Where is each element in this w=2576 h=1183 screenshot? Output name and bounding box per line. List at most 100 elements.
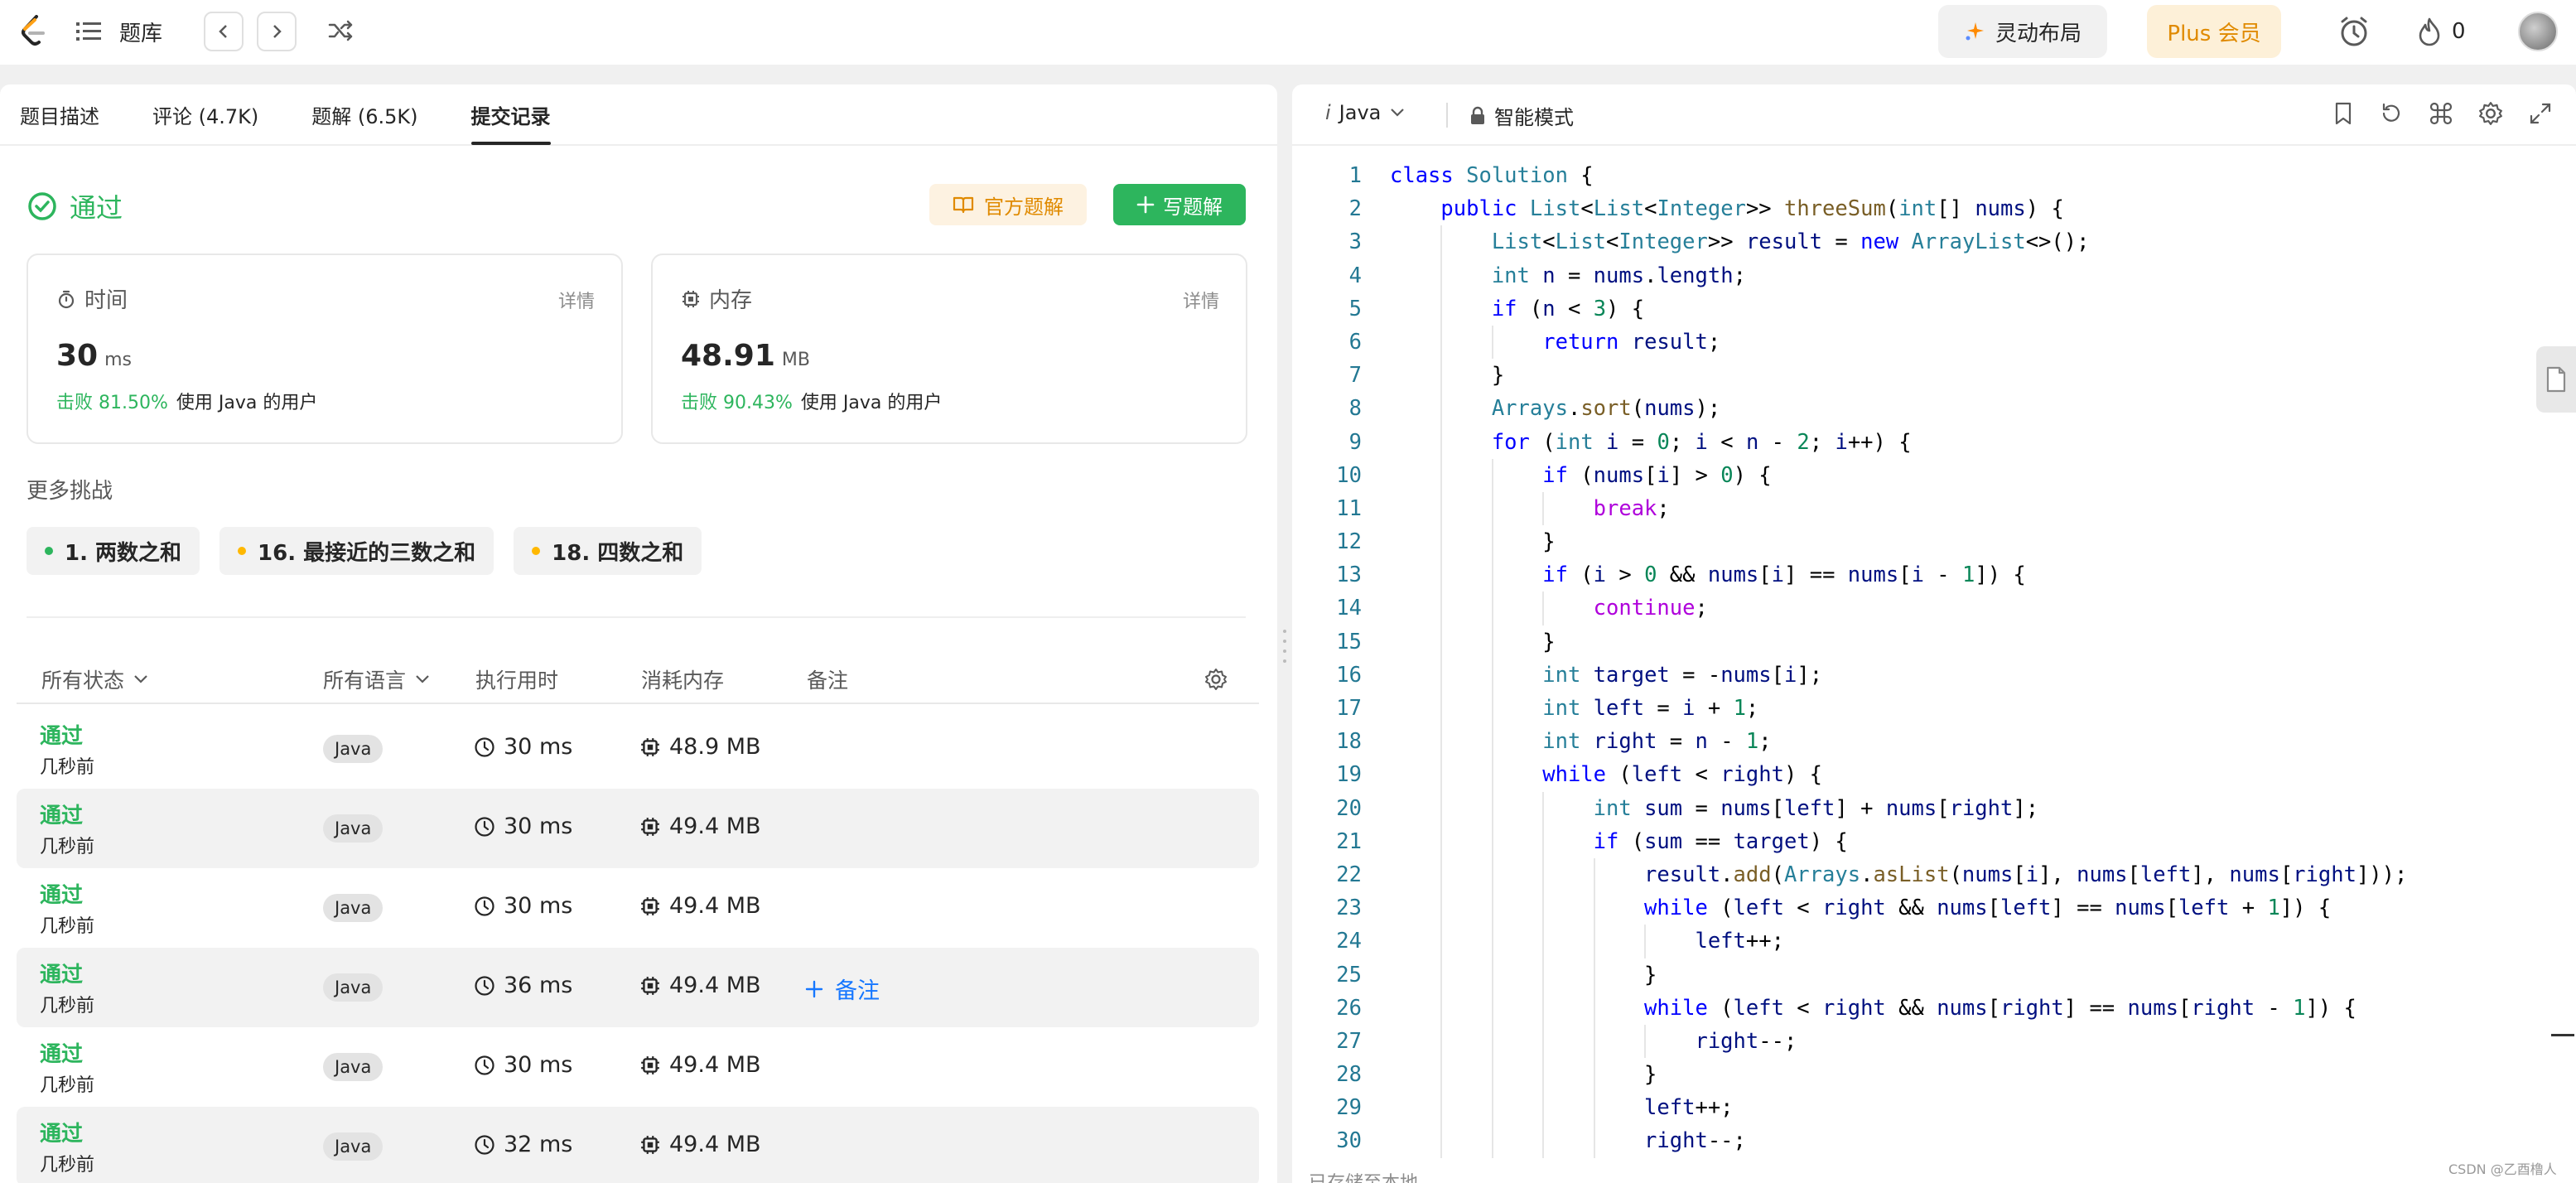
status-filter-dropdown[interactable]: 所有状态 — [41, 664, 149, 694]
difficulty-dot — [45, 547, 53, 555]
code-area[interactable]: 1 class Solution {2 public List<List<Inte… — [1292, 159, 2576, 1158]
challenge-label: 18. 四数之和 — [552, 540, 684, 566]
code-text: right--; — [1695, 1028, 1797, 1054]
code-line[interactable]: 29 left++; — [1292, 1091, 2576, 1125]
code-text: } — [1390, 962, 1657, 987]
language-label: Java — [1339, 101, 1382, 124]
tab-solutions[interactable]: 题解 (6.5K) — [311, 84, 417, 145]
table-settings-icon[interactable] — [1204, 668, 1228, 691]
bookmark-icon[interactable] — [2332, 101, 2354, 126]
problem-list-icon[interactable] — [75, 19, 103, 44]
table-row[interactable]: 通过 几秒前 Java 30 ms 49.4 MB — [17, 868, 1259, 948]
line-number: 9 — [1348, 429, 1362, 455]
table-row[interactable]: 通过 几秒前 Java 30 ms 49.4 MB — [17, 1027, 1259, 1107]
code-line[interactable]: 18 int right = n - 1; — [1292, 725, 2576, 759]
table-row[interactable]: 通过 几秒前 Java 36 ms 49.4 MB 备注 — [17, 948, 1259, 1027]
line-number: 25 — [1336, 962, 1362, 987]
code-line[interactable]: 12 } — [1292, 525, 2576, 559]
row-status[interactable]: 通过 — [40, 799, 83, 829]
code-line[interactable]: 24 left++; — [1292, 925, 2576, 958]
code-line[interactable]: 20 int sum = nums[left] + nums[right]; — [1292, 791, 2576, 825]
runtime-card[interactable]: 时间 详情 30 ms 击败 81.50% 使用 Java 的用户 — [27, 254, 623, 444]
official-solution-button[interactable]: 官方题解 — [929, 184, 1087, 225]
tab-description[interactable]: 题目描述 — [20, 84, 99, 145]
challenge-chip[interactable]: 16. 最接近的三数之和 — [219, 527, 494, 575]
dynamic-layout-button[interactable]: 灵动布局 — [1938, 5, 2107, 58]
memory-card[interactable]: 内存 详情 48.91 MB 击败 90.43% 使用 Java 的用户 — [651, 254, 1247, 444]
code-line[interactable]: 9 for (int i = 0; i < n - 2; i++) { — [1292, 425, 2576, 459]
code-line[interactable]: 25 } — [1292, 958, 2576, 992]
code-line[interactable]: 4 int n = nums.length; — [1292, 258, 2576, 292]
table-row[interactable]: 通过 几秒前 Java 30 ms 49.4 MB — [17, 789, 1259, 868]
code-line[interactable]: 1 class Solution { — [1292, 159, 2576, 192]
code-line[interactable]: 26 while (left < right && nums[right] ==… — [1292, 991, 2576, 1025]
side-notes-tab[interactable] — [2536, 346, 2576, 413]
tab-comments[interactable]: 评论 (4.7K) — [152, 84, 258, 145]
write-solution-button[interactable]: 写题解 — [1113, 184, 1246, 225]
alarm-clock-icon[interactable] — [2337, 15, 2371, 48]
smart-mode-toggle[interactable]: 智能模式 — [1469, 101, 1574, 130]
code-line[interactable]: 16 int target = -nums[i]; — [1292, 658, 2576, 692]
row-status[interactable]: 通过 — [40, 878, 83, 909]
code-line[interactable]: 3 List<List<Integer>> result = new Array… — [1292, 225, 2576, 259]
code-line[interactable]: 11 break; — [1292, 491, 2576, 526]
code-line[interactable]: 17 int left = i + 1; — [1292, 692, 2576, 726]
code-line[interactable]: 5 if (n < 3) { — [1292, 292, 2576, 326]
row-status[interactable]: 通过 — [40, 1037, 83, 1068]
code-line[interactable]: 19 while (left < right) { — [1292, 758, 2576, 792]
code-text: List<List<Integer>> result = new ArrayLi… — [1491, 229, 2090, 255]
code-line[interactable]: 30 right--; — [1292, 1124, 2576, 1158]
code-text: left++; — [1644, 1095, 1734, 1121]
problem-bank-title[interactable]: 题库 — [119, 17, 162, 47]
runtime-detail-link[interactable]: 详情 — [558, 287, 595, 313]
chip-icon — [641, 976, 659, 995]
add-note-button[interactable]: 备注 — [805, 973, 880, 1005]
row-language-badge: Java — [323, 1053, 384, 1081]
code-line[interactable]: 8 Arrays.sort(nums); — [1292, 392, 2576, 426]
table-row[interactable]: 通过 几秒前 Java 30 ms 48.9 MB — [17, 709, 1259, 789]
plus-membership-button[interactable]: Plus 会员 — [2147, 5, 2281, 58]
row-language-badge: Java — [323, 894, 384, 922]
code-line[interactable]: 27 right--; — [1292, 1024, 2576, 1059]
code-line[interactable]: 28 } — [1292, 1058, 2576, 1092]
dynamic-layout-label: 灵动布局 — [1995, 21, 2082, 46]
challenge-chip[interactable]: 18. 四数之和 — [514, 527, 702, 575]
code-line[interactable]: 13 if (i > 0 && nums[i] == nums[i - 1]) … — [1292, 558, 2576, 592]
leetcode-logo[interactable] — [18, 15, 48, 48]
code-line[interactable]: 15 } — [1292, 625, 2576, 659]
code-line[interactable]: 10 if (nums[i] > 0) { — [1292, 458, 2576, 492]
clock-icon — [475, 1134, 494, 1155]
panel-resize-handle[interactable] — [1282, 630, 1287, 663]
reset-icon[interactable] — [2379, 101, 2404, 126]
row-status[interactable]: 通过 — [40, 1117, 83, 1147]
editor-tools — [2332, 101, 2553, 126]
code-line[interactable]: 2 public List<List<Integer>> threeSum(in… — [1292, 192, 2576, 225]
code-text: break; — [1593, 495, 1670, 521]
code-line[interactable]: 23 while (left < right && nums[left] == … — [1292, 891, 2576, 925]
language-selector[interactable]: i Java — [1325, 101, 1406, 124]
shuffle-icon[interactable] — [328, 18, 355, 43]
code-line[interactable]: 7 } — [1292, 359, 2576, 393]
prev-problem-button[interactable] — [204, 12, 244, 51]
code-line[interactable]: 14 continue; — [1292, 592, 2576, 625]
tab-submissions[interactable]: 提交记录 — [470, 84, 551, 145]
row-runtime: 30 ms — [474, 893, 572, 919]
line-number: 11 — [1336, 495, 1362, 521]
chevron-down-icon — [416, 675, 429, 683]
code-line[interactable]: 22 result.add(Arrays.asList(nums[i], num… — [1292, 857, 2576, 892]
user-avatar[interactable] — [2518, 12, 2558, 51]
editor-settings-icon[interactable] — [2478, 101, 2503, 126]
next-problem-button[interactable] — [257, 12, 297, 51]
table-row[interactable]: 通过 几秒前 Java 32 ms 49.4 MB — [17, 1107, 1259, 1183]
code-text: int n = nums.length; — [1491, 263, 1746, 288]
code-line[interactable]: 21 if (sum == target) { — [1292, 824, 2576, 858]
row-status[interactable]: 通过 — [40, 719, 83, 750]
language-filter-dropdown[interactable]: 所有语言 — [323, 664, 431, 694]
shortcut-icon[interactable] — [2429, 101, 2453, 126]
fullscreen-icon[interactable] — [2528, 101, 2553, 126]
memory-detail-link[interactable]: 详情 — [1183, 287, 1219, 313]
code-line[interactable]: 6 return result; — [1292, 325, 2576, 360]
challenge-chip[interactable]: 1. 两数之和 — [27, 527, 200, 575]
streak-counter[interactable]: 0 — [2417, 17, 2466, 46]
row-status[interactable]: 通过 — [40, 958, 83, 988]
